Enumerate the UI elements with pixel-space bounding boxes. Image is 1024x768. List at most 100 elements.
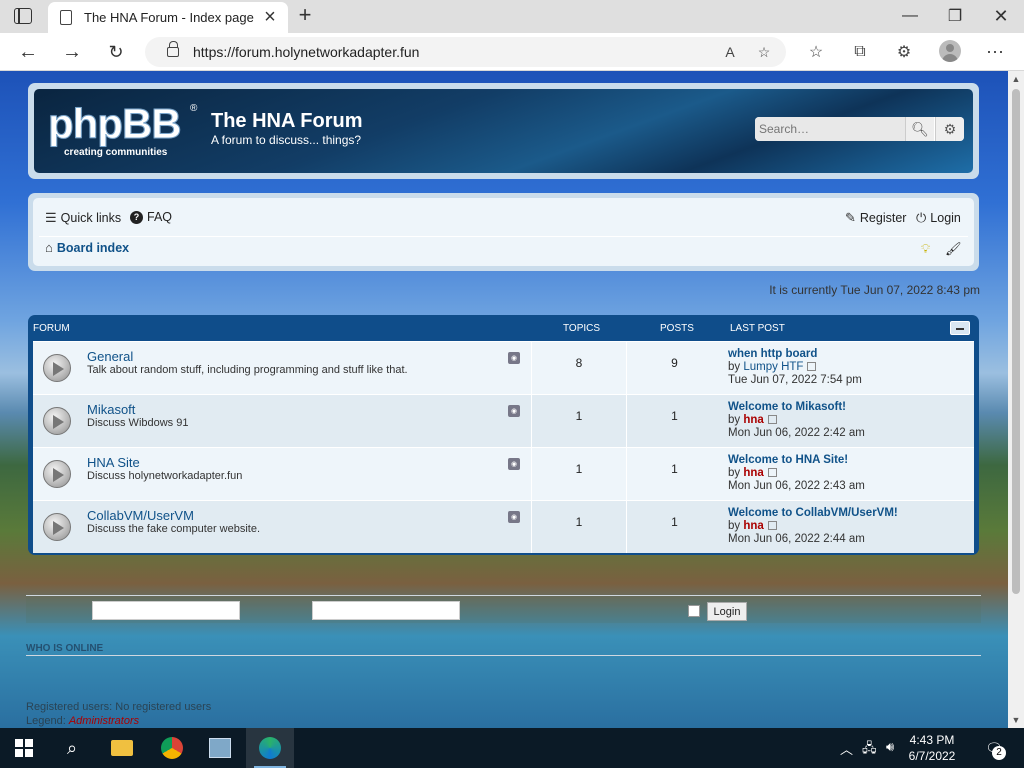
rss-feed-icon[interactable]: ◉ [508,352,520,364]
whos-online-heading[interactable]: Who is online [26,643,103,654]
last-post-author[interactable]: hna [743,467,763,479]
password-field[interactable] [312,601,460,620]
start-button[interactable] [0,728,48,768]
register-link[interactable]: ✎ Register [845,210,906,226]
search-icon[interactable]: 🔍︎ [905,117,934,141]
view-latest-post-icon[interactable] [767,468,777,478]
tab-actions-icon[interactable] [14,8,32,24]
favorites-icon[interactable]: ☆ [804,40,828,64]
posts-count: 9 [671,356,678,370]
last-post-title[interactable]: Welcome to HNA Site! [728,454,865,467]
clock[interactable]: 4:43 PM 6/7/2022 [904,732,960,764]
rss-feed-icon[interactable]: ◉ [508,458,520,470]
url-text[interactable]: https://forum.holynetworkadapter.fun [193,44,419,60]
new-tab-icon[interactable]: + [294,2,316,28]
close-tab-icon[interactable]: × [260,6,280,28]
refresh-icon[interactable]: ↻ [102,39,130,65]
header-forum: Forum [33,323,70,334]
forward-icon[interactable]: → [58,39,86,65]
breadcrumb-board-index[interactable]: Board index [57,241,129,255]
quick-links-button[interactable]: ☰ Quick links [45,210,121,226]
last-post-time: Tue Jun 07, 2022 7:54 pm [728,374,862,386]
collapse-button[interactable] [950,321,970,335]
last-post: Welcome to Mikasoft! by hna Mon Jun 06, … [728,401,865,440]
view-latest-post-icon[interactable] [767,521,777,531]
network-icon[interactable]: 🖧︎ [862,739,877,761]
tab-title: The HNA Forum - Index page [84,10,254,25]
header-last-post: Last post [730,323,785,334]
last-post-by: by Lumpy HTF [728,361,862,374]
forum-title[interactable]: HNA Site [87,455,140,470]
register-label: Register [859,211,907,225]
forum-title[interactable]: Mikasoft [87,402,135,417]
site-description: A forum to discuss... things? [211,133,362,147]
forum-title[interactable]: CollabVM/UserVM [87,508,194,523]
breadcrumb[interactable]: ⌂ Board index [45,240,129,255]
extensions-icon[interactable]: ⚙ [892,40,916,64]
rss-feed-icon[interactable]: ◉ [508,511,520,523]
last-post-author[interactable]: hna [743,414,763,426]
search-icon[interactable]: ⌕ [48,728,96,768]
login-button[interactable]: Login [707,602,747,621]
faq-label: FAQ [147,210,173,224]
by-label: by [728,361,741,373]
forum-row: CollabVM/UserVM Discuss the fake compute… [33,500,974,553]
posts-count: 1 [671,462,678,476]
back-icon[interactable]: ← [14,39,42,65]
profile-avatar[interactable] [939,40,961,62]
username-field[interactable] [92,601,240,620]
restore-icon[interactable]: ❐ [941,4,969,28]
read-aloud-icon[interactable]: A [719,41,741,63]
more-menu-icon[interactable]: ⋯ [983,40,1007,64]
login-link[interactable]: ⏻ Login [916,210,961,226]
scroll-up-icon[interactable]: ▲ [1008,73,1024,85]
scrollbar-thumb[interactable] [1012,89,1020,594]
forum-description: Talk about random stuff, including progr… [87,364,408,376]
last-post-time: Mon Jun 06, 2022 2:42 am [728,427,865,439]
windows-taskbar: ⌕ ︿ 🖧︎ 🔊︎ 4:43 PM 6/7/2022 🗨︎ 2 [0,728,1024,768]
scroll-down-icon[interactable]: ▼ [1008,714,1024,726]
posts-count: 1 [671,409,678,423]
close-window-icon[interactable]: ✕ [987,4,1015,28]
last-post: Welcome to CollabVM/UserVM! by hna Mon J… [728,507,898,546]
last-post: when http board by Lumpy HTF Tue Jun 07,… [728,348,862,387]
faq-link[interactable]: ? FAQ [130,210,172,224]
view-latest-post-icon[interactable] [807,362,817,372]
lightbulb-icon[interactable]: 💡︎ [921,241,930,257]
address-bar[interactable]: https://forum.holynetworkadapter.fun A ☆ [145,37,786,67]
remember-me-checkbox[interactable] [688,605,700,617]
minimize-icon[interactable]: — [896,4,924,28]
by-label: by [728,467,741,479]
rss-feed-icon[interactable]: ◉ [508,405,520,417]
browser-tab[interactable]: The HNA Forum - Index page × [48,2,288,33]
header-banner: phpBB ® creating communities The HNA For… [34,89,973,173]
chrome-icon[interactable] [148,728,196,768]
edge-dev-icon[interactable] [246,728,294,768]
collections-icon[interactable]: ⧉ [848,40,872,64]
advanced-search-gear-icon[interactable]: ⚙ [935,117,964,141]
last-post-author[interactable]: hna [743,520,763,532]
phpbb-logo[interactable]: phpBB ® creating communities [48,102,198,163]
last-post-title[interactable]: Welcome to Mikasoft! [728,401,865,414]
show-hidden-icons[interactable]: ︿ [840,739,853,758]
lock-icon[interactable] [167,41,179,57]
control-panel-icon[interactable] [196,728,244,768]
volume-icon[interactable]: 🔊︎ [886,739,894,755]
last-post-title[interactable]: when http board [728,348,862,361]
file-explorer-icon[interactable] [98,728,146,768]
forum-read-icon [43,407,71,435]
view-latest-post-icon[interactable] [767,415,777,425]
last-post-author[interactable]: Lumpy HTF [743,361,803,373]
brush-icon[interactable]: 🖌︎ [945,241,962,257]
last-post-title[interactable]: Welcome to CollabVM/UserVM! [728,507,898,520]
logo-tagline: creating communities [64,147,168,158]
search-input[interactable] [755,117,905,141]
forum-list-header: Forum Topics Posts Last post [33,315,974,341]
vertical-scrollbar[interactable]: ▲ ▼ [1008,71,1024,728]
search-box: 🔍︎ ⚙ [755,117,964,141]
last-post-time: Mon Jun 06, 2022 2:44 am [728,533,865,545]
edit-icon: ✎ [845,210,856,225]
favorite-star-icon[interactable]: ☆ [753,41,775,63]
forum-title[interactable]: General [87,349,133,364]
legend-administrators[interactable]: Administrators [69,715,139,727]
